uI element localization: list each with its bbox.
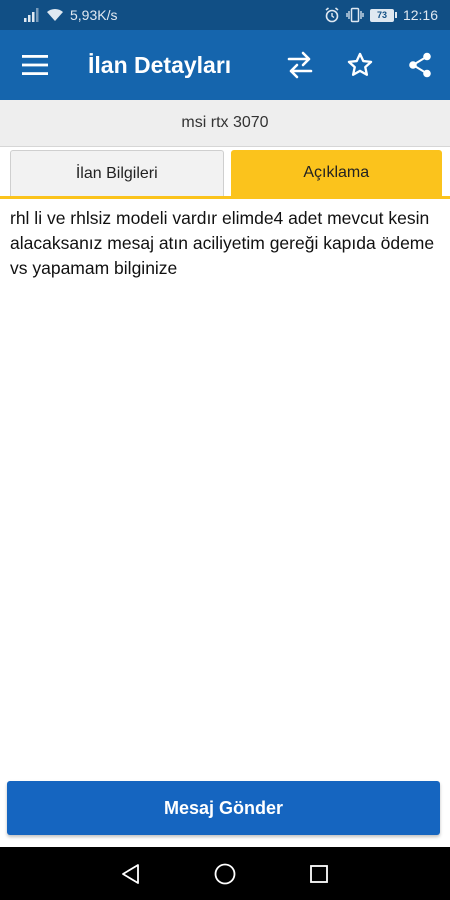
tab-listing-info[interactable]: İlan Bilgileri [10, 150, 224, 196]
status-left: 5,93K/s [24, 7, 117, 23]
tab-description[interactable]: Açıklama [230, 150, 442, 196]
share-icon [409, 52, 431, 78]
star-outline-icon [347, 52, 373, 76]
alarm-icon [324, 7, 340, 23]
vibrate-icon [346, 7, 364, 23]
send-message-button[interactable]: Mesaj Gönder [7, 781, 440, 835]
favorite-button[interactable] [330, 30, 390, 100]
listing-title: msi rtx 3070 [181, 114, 269, 131]
home-circle-icon [214, 863, 236, 884]
description-text: rhl li ve rhlsiz modeli vardır elimde4 a… [10, 208, 435, 278]
listing-title-bar: msi rtx 3070 [0, 100, 450, 147]
home-button[interactable] [209, 858, 241, 890]
share-button[interactable] [390, 30, 450, 100]
tab-indicator [0, 196, 450, 199]
battery-level: 73 [369, 8, 394, 22]
status-right: 73 12:16 [324, 7, 438, 23]
compare-button[interactable] [270, 30, 330, 100]
system-nav-bar [0, 847, 450, 900]
menu-button[interactable] [0, 30, 70, 100]
battery-icon: 73 [369, 8, 397, 22]
clock: 12:16 [402, 7, 438, 23]
recents-square-icon [310, 864, 328, 883]
app-bar: İlan Detayları [0, 30, 450, 100]
back-triangle-icon [122, 863, 139, 884]
hamburger-menu-icon [22, 55, 48, 75]
wifi-icon [46, 8, 64, 22]
app-bar-actions [270, 30, 450, 100]
tab-listing-info-label: İlan Bilgileri [75, 164, 158, 182]
status-bar: 5,93K/s 73 12:16 [0, 0, 450, 30]
battery-tip [394, 12, 397, 18]
page-title: İlan Detayları [88, 51, 232, 78]
back-button[interactable] [115, 858, 147, 890]
network-speed: 5,93K/s [70, 7, 118, 23]
signal-icon [24, 8, 40, 22]
tab-bar: İlan Bilgileri Açıklama [10, 150, 442, 196]
recents-button[interactable] [303, 858, 335, 890]
swap-arrows-icon [287, 51, 313, 79]
tab-description-label: Açıklama [303, 164, 370, 181]
